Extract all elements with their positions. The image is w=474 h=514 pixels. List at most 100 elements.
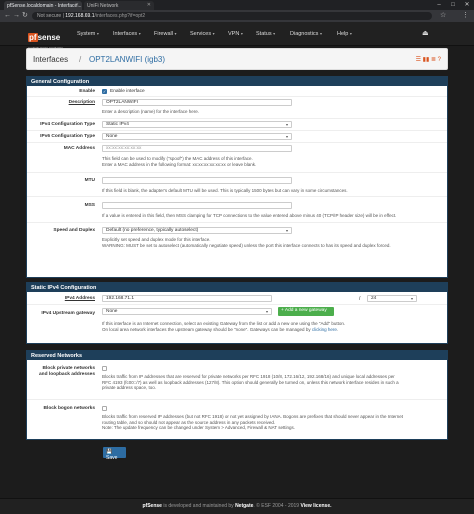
help-icon[interactable]: ?: [438, 57, 441, 63]
caret-down-icon: ▾: [212, 31, 215, 36]
browser-tab-strip: pfSense.localdomain - Interface... ✕ UniF…: [0, 0, 474, 10]
block-bogon-checkbox[interactable]: [102, 406, 107, 411]
mss-row: MSS If a value is entered in this field,…: [27, 197, 447, 223]
chevron-down-icon: ▾: [285, 134, 288, 139]
mss-label: MSS: [84, 203, 95, 208]
mss-input[interactable]: [102, 202, 292, 209]
menu-icon[interactable]: ⋮: [462, 12, 469, 20]
ipv6-type-label: IPv6 Configuration Type: [40, 134, 95, 139]
breadcrumb-interfaces[interactable]: Interfaces: [33, 55, 68, 64]
description-input[interactable]: OPT2LANWIFI: [102, 99, 292, 106]
url-host: 192.168.69.1: [65, 13, 95, 19]
save-button[interactable]: 💾 Save: [103, 447, 126, 461]
caret-down-icon: ▾: [349, 31, 352, 36]
back-icon[interactable]: ←: [4, 12, 11, 20]
close-icon[interactable]: ✕: [147, 2, 151, 8]
menu-vpn[interactable]: VPN ▾: [228, 31, 243, 37]
general-config-panel: General Configuration Enable ✓ Enable in…: [26, 76, 448, 278]
gateway-manage-link[interactable]: clicking here: [312, 327, 337, 332]
block-private-checkbox[interactable]: [102, 366, 107, 371]
speed-help: Explicitly set speed and duplex mode for…: [102, 237, 391, 248]
maximize-icon[interactable]: □: [446, 0, 460, 10]
caret-down-icon: ▾: [138, 31, 141, 36]
add-gateway-button[interactable]: + Add a new gateway: [278, 307, 334, 316]
address-bar: ← → ↻ Not secure | 192.168.69.1/interfac…: [0, 10, 474, 22]
tab-unifi[interactable]: UniFi Network ✕: [84, 1, 154, 10]
gateway-row: IPv4 Upstream gateway None ▾ + Add a new …: [27, 305, 447, 345]
menu-system[interactable]: System ▾: [77, 31, 99, 37]
caret-down-icon: ▾: [96, 31, 99, 36]
enable-label: Enable: [79, 89, 95, 94]
footer-license-link[interactable]: View license.: [300, 503, 331, 509]
ipv6-type-row: IPv6 Configuration Type None ▾: [27, 131, 447, 143]
menu-services[interactable]: Services ▾: [190, 31, 215, 37]
window-close-icon[interactable]: ✕: [460, 0, 474, 10]
caret-down-icon: ▾: [240, 31, 243, 36]
speed-label: Speed and Duplex: [53, 228, 95, 233]
tab-pfsense[interactable]: pfSense.localdomain - Interface... ✕: [4, 1, 82, 10]
list-icon[interactable]: ≣: [431, 57, 436, 63]
menu-firewall[interactable]: Firewall ▾: [154, 31, 177, 37]
url-path: /interfaces.php?if=opt2: [94, 13, 146, 19]
block-private-label: Block private networks and loopback addre…: [39, 366, 95, 377]
menu-interfaces[interactable]: Interfaces ▾: [113, 31, 141, 37]
chart-icon[interactable]: ▮▮: [423, 57, 430, 63]
forward-icon[interactable]: →: [13, 12, 20, 20]
footer: pfSense is developed and maintained by N…: [0, 498, 474, 514]
breadcrumb: Interfaces / OPT2LANWIFI (igb3) ☰ ▮▮ ≣ ?: [26, 48, 448, 70]
caret-down-icon: ▾: [319, 31, 322, 36]
block-private-row: Block private networks and loopback addre…: [27, 360, 447, 400]
block-bogon-help: Blocks traffic from reserved IP addresse…: [102, 414, 403, 430]
enable-row: Enable ✓ Enable interface: [27, 86, 447, 97]
top-navbar: pfsense COMMUNITY EDITION System ▾ Inter…: [0, 22, 474, 50]
close-icon[interactable]: ✕: [75, 2, 79, 8]
logout-icon[interactable]: ⏏: [422, 29, 429, 37]
block-bogon-label: Block bogon networks: [43, 406, 95, 411]
ipv4-type-select[interactable]: Static IPv4 ▾: [102, 121, 292, 128]
mac-label: MAC Address: [63, 146, 95, 151]
footer-netgate-link[interactable]: Netgate: [235, 503, 253, 509]
mss-help: If a value is entered in this field, the…: [102, 213, 397, 218]
mtu-label: MTU: [84, 178, 95, 183]
ipv4-address-row: IPv4 Address 192.168.71.1 / 24 ▾: [27, 292, 447, 305]
tab-label: pfSense.localdomain - Interface...: [7, 3, 82, 9]
mtu-help: If this field is blank, the adapter's de…: [102, 188, 348, 193]
pfsense-logo[interactable]: pfsense COMMUNITY EDITION: [28, 27, 68, 50]
ipv6-type-select[interactable]: None ▾: [102, 133, 292, 140]
panel-heading: Static IPv4 Configuration: [27, 283, 447, 292]
ipv4-type-label: IPv4 Configuration Type: [40, 122, 95, 127]
chevron-down-icon: ▾: [285, 228, 288, 233]
block-bogon-row: Block bogon networks Blocks traffic from…: [27, 400, 447, 440]
enable-checkbox-label: Enable interface: [110, 89, 145, 94]
gateway-help: If this interface is an Internet connect…: [102, 321, 346, 332]
enable-checkbox[interactable]: ✓: [102, 89, 107, 94]
chevron-down-icon: ▾: [410, 296, 413, 301]
minimize-icon[interactable]: –: [432, 0, 446, 10]
chevron-down-icon: ▾: [285, 122, 288, 127]
menu-help[interactable]: Help ▾: [337, 31, 352, 37]
mac-input[interactable]: xx:xx:xx:xx:xx:xx: [102, 145, 292, 152]
ipv4-address-input[interactable]: 192.168.71.1: [102, 295, 272, 302]
cidr-slash: /: [359, 296, 361, 302]
menu-status[interactable]: Status ▾: [256, 31, 275, 37]
page-title[interactable]: OPT2LANWIFI (igb3): [89, 55, 165, 64]
main-content: Interfaces / OPT2LANWIFI (igb3) ☰ ▮▮ ≣ ?…: [26, 48, 448, 478]
menu-diagnostics[interactable]: Diagnostics ▾: [290, 31, 322, 37]
description-row: Description OPT2LANWIFI Enter a descript…: [27, 97, 447, 119]
static-ipv4-panel: Static IPv4 Configuration IPv4 Address 1…: [26, 282, 448, 344]
mac-help: This field can be used to modify ("spoof…: [102, 156, 257, 167]
footer-brand: pfSense: [142, 503, 162, 509]
speed-select[interactable]: Default (no preference, typically autose…: [102, 227, 292, 234]
speed-row: Speed and Duplex Default (no preference,…: [27, 223, 447, 255]
sliders-icon[interactable]: ☰: [416, 57, 421, 63]
url-field[interactable]: Not secure | 192.168.69.1/interfaces.php…: [32, 12, 432, 20]
mtu-input[interactable]: [102, 177, 292, 184]
description-help: Enter a description (name) for the inter…: [102, 109, 200, 114]
block-private-help: Blocks traffic from IP addresses that ar…: [102, 374, 399, 390]
security-warning[interactable]: Not secure: [37, 13, 61, 19]
gateway-select[interactable]: None ▾: [102, 308, 272, 315]
star-icon[interactable]: ☆: [440, 12, 446, 20]
cidr-select[interactable]: 24 ▾: [367, 295, 417, 302]
reload-icon[interactable]: ↻: [22, 12, 28, 20]
chevron-down-icon: ▾: [265, 309, 268, 314]
